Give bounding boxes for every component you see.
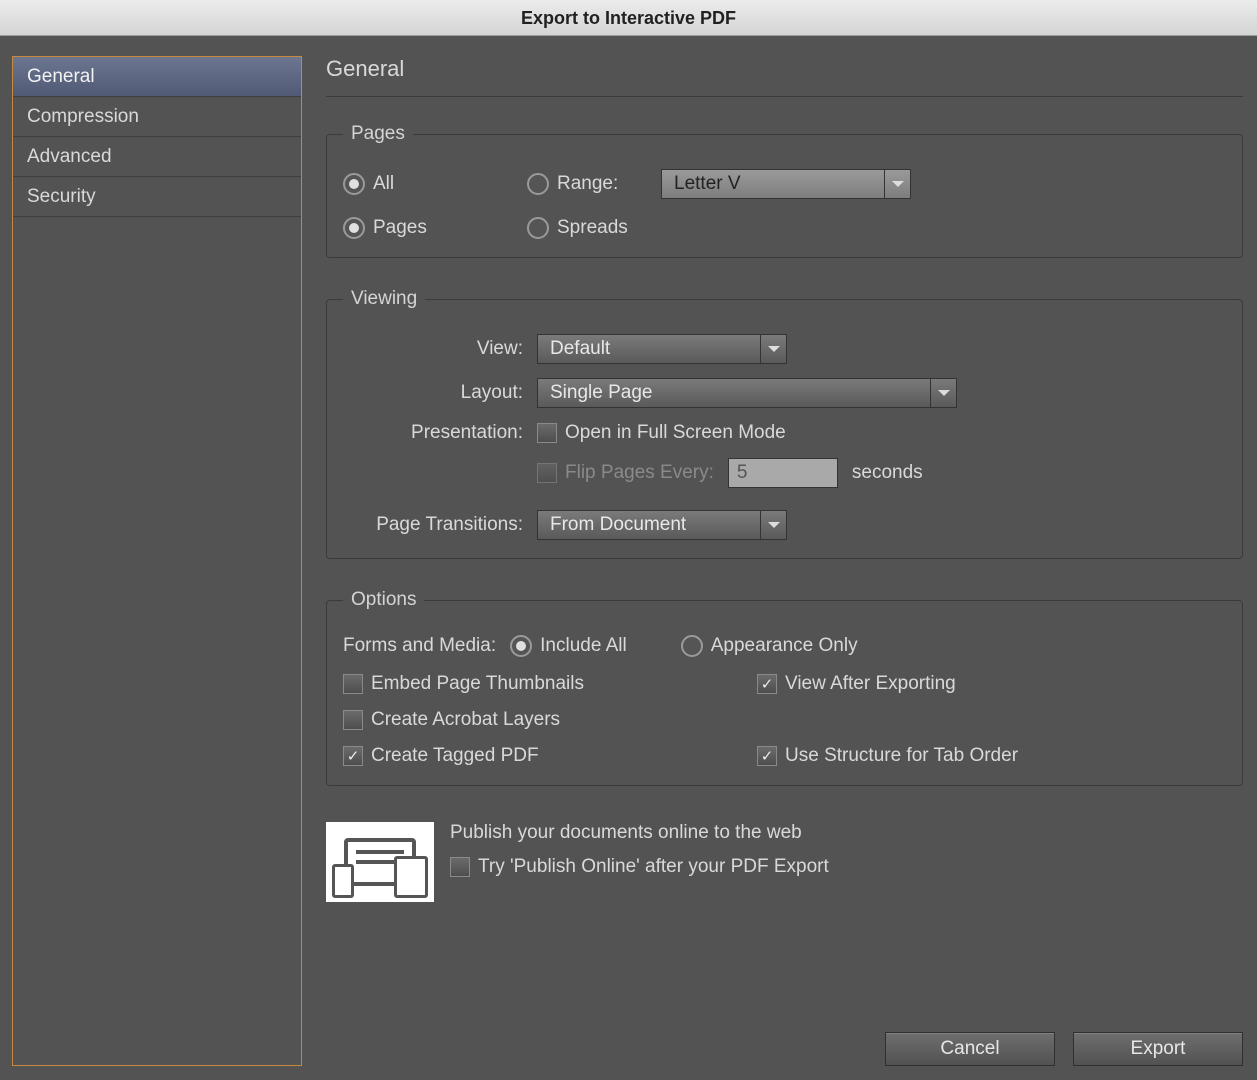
publish-online-promo: Publish your documents online to the web… <box>326 822 1243 902</box>
page-title: General <box>326 56 1243 97</box>
radio-all-label: All <box>373 173 394 195</box>
export-button[interactable]: Export <box>1073 1032 1243 1066</box>
radio-include-all-label: Include All <box>540 635 627 657</box>
checkbox-flip-label: Flip Pages Every: <box>565 462 714 484</box>
chevron-down-icon <box>884 170 910 198</box>
layout-label: Layout: <box>343 382 523 404</box>
devices-icon <box>326 822 434 902</box>
group-pages-legend: Pages <box>343 123 413 145</box>
layout-dropdown[interactable]: Single Page <box>537 378 957 408</box>
radio-range[interactable]: Range: <box>527 173 647 195</box>
checkbox-view-after-label: View After Exporting <box>785 673 956 695</box>
radio-spreads[interactable]: Spreads <box>527 217 628 239</box>
radio-icon <box>681 635 703 657</box>
checkbox-tab-order-label: Use Structure for Tab Order <box>785 745 1018 767</box>
sidebar-item-general[interactable]: General <box>13 57 301 97</box>
checkbox-icon <box>343 746 363 766</box>
chevron-down-icon <box>760 335 786 363</box>
radio-all[interactable]: All <box>343 173 513 195</box>
group-options-legend: Options <box>343 589 424 611</box>
checkbox-icon <box>757 674 777 694</box>
seconds-label: seconds <box>852 462 923 484</box>
promo-headline: Publish your documents online to the web <box>450 822 829 844</box>
range-value: Letter V <box>674 173 741 195</box>
checkbox-view-after[interactable]: View After Exporting <box>757 673 956 695</box>
checkbox-try-publish-online[interactable]: Try 'Publish Online' after your PDF Expo… <box>450 856 829 878</box>
checkbox-icon <box>537 423 557 443</box>
sidebar-item-compression[interactable]: Compression <box>13 97 301 137</box>
checkbox-tagged-pdf[interactable]: Create Tagged PDF <box>343 745 743 767</box>
radio-icon <box>343 173 365 195</box>
checkbox-icon <box>537 463 557 483</box>
radio-pages-label: Pages <box>373 217 427 239</box>
chevron-down-icon <box>760 511 786 539</box>
view-value: Default <box>550 338 610 360</box>
radio-appearance-only-label: Appearance Only <box>711 635 858 657</box>
sidebar-item-advanced[interactable]: Advanced <box>13 137 301 177</box>
sidebar: General Compression Advanced Security <box>12 56 302 1066</box>
radio-icon <box>510 635 532 657</box>
group-options: Options Forms and Media: Include All App… <box>326 589 1243 786</box>
checkbox-fullscreen-label: Open in Full Screen Mode <box>565 422 786 444</box>
forms-label: Forms and Media: <box>343 635 496 657</box>
radio-spreads-label: Spreads <box>557 217 628 239</box>
radio-icon <box>343 217 365 239</box>
checkbox-acrobat-layers-label: Create Acrobat Layers <box>371 709 560 731</box>
radio-range-label: Range: <box>557 173 618 195</box>
radio-icon <box>527 173 549 195</box>
radio-pages[interactable]: Pages <box>343 217 513 239</box>
radio-appearance-only[interactable]: Appearance Only <box>681 635 858 657</box>
group-viewing: Viewing View: Default Layout: Single Pag… <box>326 288 1243 559</box>
checkbox-tagged-pdf-label: Create Tagged PDF <box>371 745 539 767</box>
checkbox-tab-order[interactable]: Use Structure for Tab Order <box>757 745 1018 767</box>
transitions-label: Page Transitions: <box>343 514 523 536</box>
view-dropdown[interactable]: Default <box>537 334 787 364</box>
radio-include-all[interactable]: Include All <box>510 635 627 657</box>
group-pages: Pages All Range: Letter V Pages <box>326 123 1243 258</box>
layout-value: Single Page <box>550 382 652 404</box>
group-viewing-legend: Viewing <box>343 288 425 310</box>
transitions-dropdown[interactable]: From Document <box>537 510 787 540</box>
flip-seconds-input <box>728 458 838 488</box>
checkbox-icon <box>343 674 363 694</box>
checkbox-embed-thumbs[interactable]: Embed Page Thumbnails <box>343 673 743 695</box>
checkbox-icon <box>450 857 470 877</box>
cancel-button[interactable]: Cancel <box>885 1032 1055 1066</box>
checkbox-icon <box>757 746 777 766</box>
checkbox-acrobat-layers[interactable]: Create Acrobat Layers <box>343 709 743 731</box>
checkbox-icon <box>343 710 363 730</box>
window-title: Export to Interactive PDF <box>0 0 1257 36</box>
checkbox-try-publish-label: Try 'Publish Online' after your PDF Expo… <box>478 856 829 878</box>
checkbox-flip-pages: Flip Pages Every: <box>537 462 714 484</box>
checkbox-fullscreen[interactable]: Open in Full Screen Mode <box>537 422 786 444</box>
chevron-down-icon <box>930 379 956 407</box>
range-dropdown[interactable]: Letter V <box>661 169 911 199</box>
checkbox-embed-thumbs-label: Embed Page Thumbnails <box>371 673 584 695</box>
transitions-value: From Document <box>550 514 686 536</box>
radio-icon <box>527 217 549 239</box>
sidebar-item-security[interactable]: Security <box>13 177 301 217</box>
presentation-label: Presentation: <box>343 422 523 444</box>
view-label: View: <box>343 338 523 360</box>
